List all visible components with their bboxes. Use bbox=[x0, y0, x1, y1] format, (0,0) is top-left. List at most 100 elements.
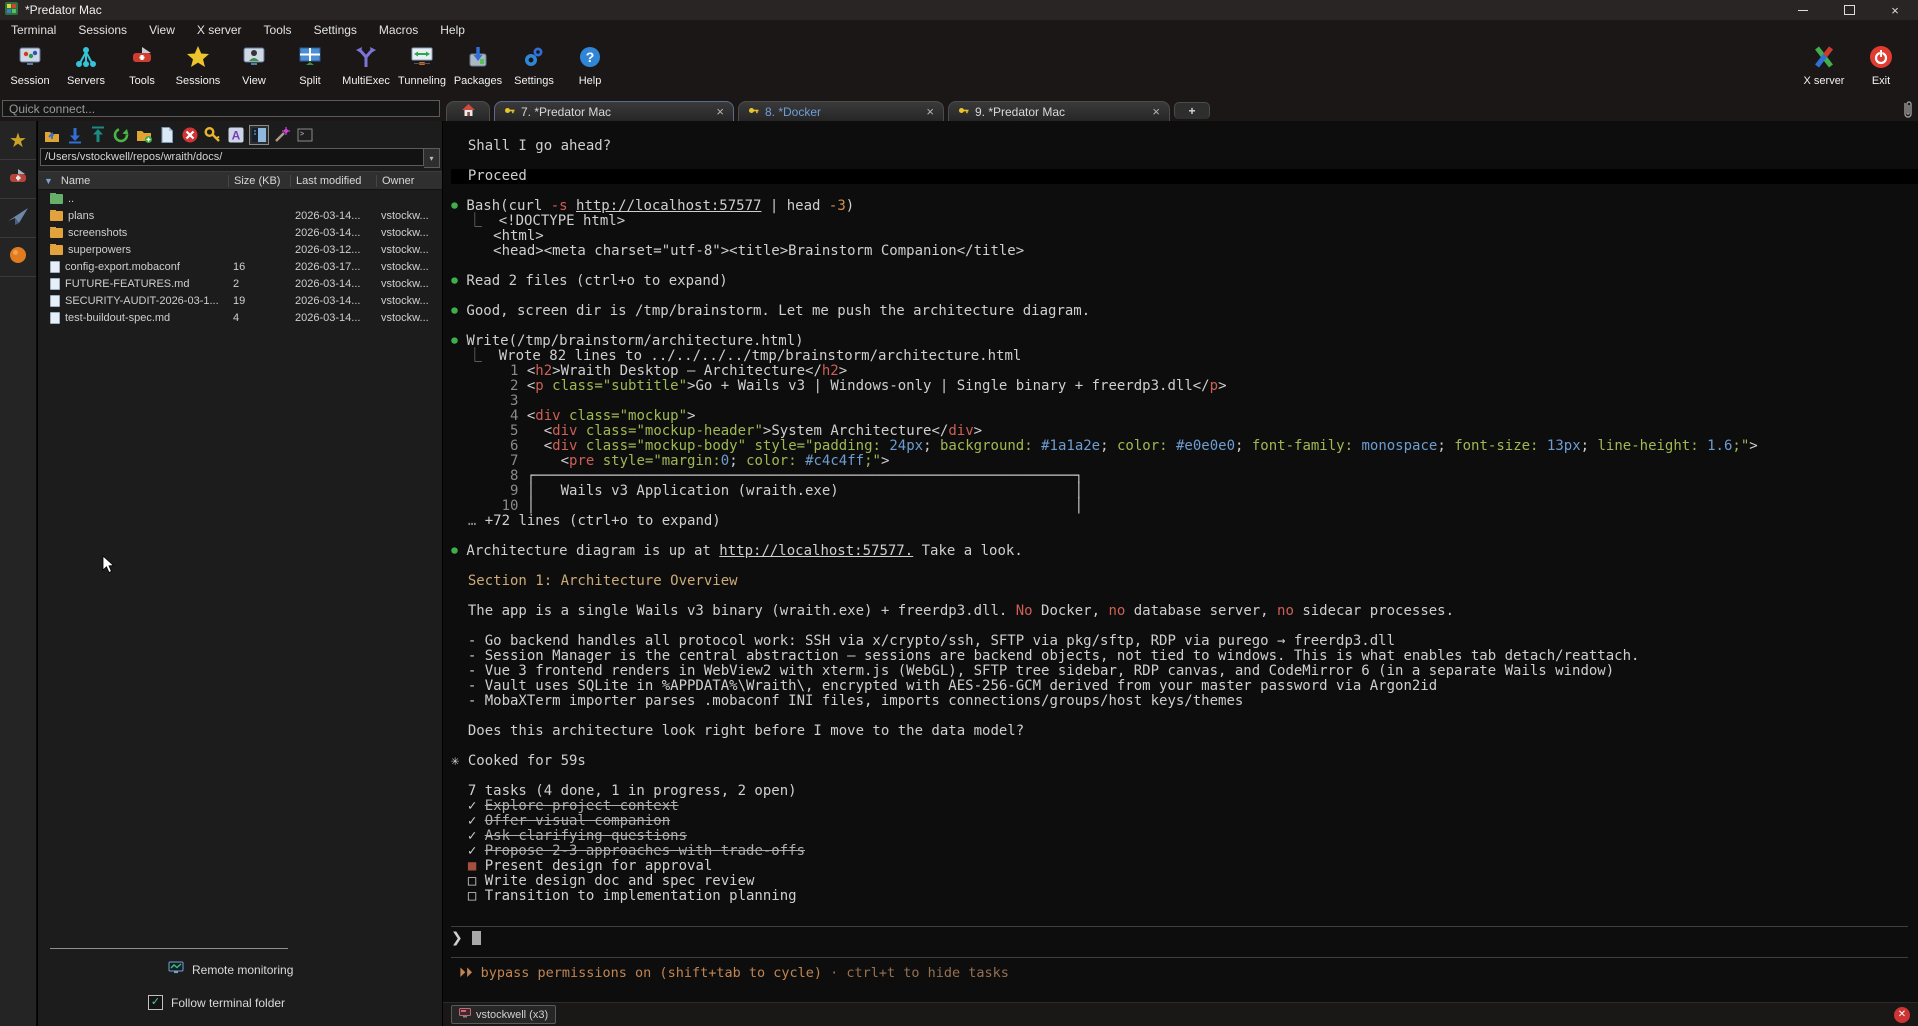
table-row[interactable]: test-buildout-spec.md42026-03-14...vstoc… bbox=[38, 309, 442, 326]
menu-tools[interactable]: Tools bbox=[253, 23, 303, 37]
session-bottom-tab[interactable]: vstockwell (x3) bbox=[451, 1005, 556, 1024]
tab-close-icon[interactable]: × bbox=[1152, 105, 1160, 118]
tab-predator-mac-9[interactable]: 9. *Predator Mac × bbox=[948, 101, 1170, 121]
toolbar-help-button[interactable]: ? Help bbox=[562, 40, 618, 87]
table-row[interactable]: .. bbox=[38, 190, 442, 207]
tab-close-icon[interactable]: × bbox=[716, 105, 724, 118]
path-dropdown-button[interactable]: ▾ bbox=[424, 148, 440, 168]
terminal-line: - Vault uses SQLite in %APPDATA%\Wraith\… bbox=[451, 679, 1918, 694]
svg-text:?: ? bbox=[586, 49, 595, 65]
toolbar-multiexec-button[interactable]: MultiExec bbox=[338, 40, 394, 87]
upload-button[interactable] bbox=[88, 125, 108, 145]
view-icon bbox=[241, 44, 267, 73]
table-row[interactable]: config-export.mobaconf162026-03-17...vst… bbox=[38, 258, 442, 275]
parent-folder-button[interactable] bbox=[42, 125, 62, 145]
tab-close-icon[interactable]: × bbox=[926, 105, 934, 118]
toolbar-packages-button[interactable]: Packages bbox=[450, 40, 506, 87]
key-icon bbox=[958, 105, 969, 119]
minimize-button[interactable] bbox=[1780, 0, 1826, 20]
swiss-knife-icon bbox=[7, 166, 29, 193]
path-input[interactable] bbox=[40, 148, 424, 166]
tab-strip: 7. *Predator Mac × 8. *Docker × 9. *Pred… bbox=[446, 99, 1210, 121]
tab-docker-8[interactable]: 8. *Docker × bbox=[738, 101, 944, 121]
terminal-line: - MobaXTerm importer parses .mobaconf IN… bbox=[451, 694, 1918, 709]
terminal-line: ⏺ Architecture diagram is up at http://l… bbox=[451, 544, 1918, 559]
terminal-line bbox=[451, 559, 1918, 574]
tab-home[interactable] bbox=[446, 101, 490, 121]
column-owner[interactable]: Owner bbox=[376, 175, 442, 187]
toolbar-sessions-button[interactable]: Sessions bbox=[170, 40, 226, 87]
toolbar-view-button[interactable]: View bbox=[226, 40, 282, 87]
column-name[interactable]: ▼Name bbox=[38, 175, 228, 187]
table-row[interactable]: SECURITY-AUDIT-2026-03-1...192026-03-14.… bbox=[38, 292, 442, 309]
follow-terminal-checkbox[interactable]: ✓ bbox=[148, 995, 163, 1010]
new-folder-button[interactable] bbox=[134, 125, 154, 145]
terminal-line: ⏺ Bash(curl -s http://localhost:57577 | … bbox=[451, 199, 1918, 214]
terminal-line: Does this architecture look right before… bbox=[451, 724, 1918, 739]
sidetab-sftp[interactable] bbox=[0, 238, 36, 277]
delete-button[interactable] bbox=[180, 125, 200, 145]
prompt-chevron: ❯ bbox=[451, 930, 463, 946]
packages-icon bbox=[465, 44, 491, 73]
terminal-button[interactable]: > bbox=[295, 125, 315, 145]
toolbar-xserver-button[interactable]: X server bbox=[1792, 40, 1856, 87]
menu-xserver[interactable]: X server bbox=[186, 23, 253, 37]
terminal-line bbox=[451, 739, 1918, 754]
alert-button[interactable]: ✕ bbox=[1894, 1007, 1910, 1023]
toolbar-split-button[interactable]: Split bbox=[282, 40, 338, 87]
table-row[interactable]: FUTURE-FEATURES.md22026-03-14...vstockw.… bbox=[38, 275, 442, 292]
sidetab-macros[interactable] bbox=[0, 199, 36, 238]
new-tab-button[interactable]: + bbox=[1174, 102, 1210, 119]
tab-predator-mac-7[interactable]: 7. *Predator Mac × bbox=[494, 101, 734, 121]
app-logo-icon bbox=[5, 2, 19, 19]
table-row[interactable]: superpowers2026-03-12...vstockw... bbox=[38, 241, 442, 258]
terminal-line: - Vue 3 frontend renders in WebView2 wit… bbox=[451, 664, 1918, 679]
terminal-line: 5 <div class="mockup-header">System Arch… bbox=[451, 424, 1918, 439]
sidetab-sessions[interactable]: ★ bbox=[0, 121, 36, 160]
download-button[interactable] bbox=[65, 125, 85, 145]
terminal-prompt[interactable]: ❯ bbox=[451, 930, 481, 946]
toolbar-servers-button[interactable]: Servers bbox=[58, 40, 114, 87]
main-toolbar: Session Servers Tools Sessions View Spli… bbox=[0, 40, 1918, 98]
terminal-line bbox=[451, 529, 1918, 544]
maximize-button[interactable] bbox=[1826, 0, 1872, 20]
toolbar-tools-button[interactable]: Tools bbox=[114, 40, 170, 87]
table-row[interactable]: plans2026-03-14...vstockw... bbox=[38, 207, 442, 224]
menu-macros[interactable]: Macros bbox=[368, 23, 429, 37]
column-modified[interactable]: Last modified bbox=[290, 175, 376, 187]
new-file-button[interactable] bbox=[157, 125, 177, 145]
path-bar: ▾ bbox=[38, 147, 442, 169]
font-button[interactable]: A bbox=[226, 125, 246, 145]
menu-view[interactable]: View bbox=[138, 23, 186, 37]
toolbar-settings-button[interactable]: Settings bbox=[506, 40, 562, 87]
terminal-line: 9 │ Wails v3 Application (wraith.exe) │ bbox=[451, 484, 1918, 499]
menu-help[interactable]: Help bbox=[429, 23, 476, 37]
remote-monitoring[interactable]: Remote monitoring bbox=[168, 961, 293, 978]
wand-button[interactable] bbox=[272, 125, 292, 145]
terminal-panel[interactable]: Shall I go ahead? Proceed ⏺ Bash(curl -s… bbox=[443, 121, 1918, 1002]
file-table-body: ..plans2026-03-14...vstockw...screenshot… bbox=[38, 190, 442, 326]
close-button[interactable]: × bbox=[1872, 0, 1918, 20]
refresh-button[interactable] bbox=[111, 125, 131, 145]
column-size[interactable]: Size (KB) bbox=[228, 175, 290, 187]
file-icon bbox=[50, 278, 60, 290]
toolbar-session-button[interactable]: Session bbox=[2, 40, 58, 87]
terminal-line: 6 <div class="mockup-body" style="paddin… bbox=[451, 439, 1918, 454]
terminal-line bbox=[451, 259, 1918, 274]
key-button[interactable] bbox=[203, 125, 223, 145]
toolbar-exit-button[interactable]: Exit bbox=[1856, 40, 1906, 87]
terminal-line: 7 tasks (4 done, 1 in progress, 2 open) bbox=[451, 784, 1918, 799]
table-row[interactable]: screenshots2026-03-14...vstockw... bbox=[38, 224, 442, 241]
menu-sessions[interactable]: Sessions bbox=[67, 23, 138, 37]
folder-icon bbox=[50, 211, 63, 221]
quick-connect-input[interactable] bbox=[2, 100, 440, 117]
maximize-icon bbox=[1844, 5, 1855, 15]
terminal-output: Shall I go ahead? Proceed ⏺ Bash(curl -s… bbox=[451, 139, 1918, 904]
terminal-line: ⏺ Good, screen dir is /tmp/brainstorm. L… bbox=[451, 304, 1918, 319]
terminal-line: The app is a single Wails v3 binary (wra… bbox=[451, 604, 1918, 619]
menu-terminal[interactable]: Terminal bbox=[0, 23, 67, 37]
menu-settings[interactable]: Settings bbox=[303, 23, 368, 37]
sidetab-tools[interactable] bbox=[0, 160, 36, 199]
toolbar-tunneling-button[interactable]: Tunneling bbox=[394, 40, 450, 87]
dual-pane-toggle[interactable] bbox=[249, 125, 269, 145]
